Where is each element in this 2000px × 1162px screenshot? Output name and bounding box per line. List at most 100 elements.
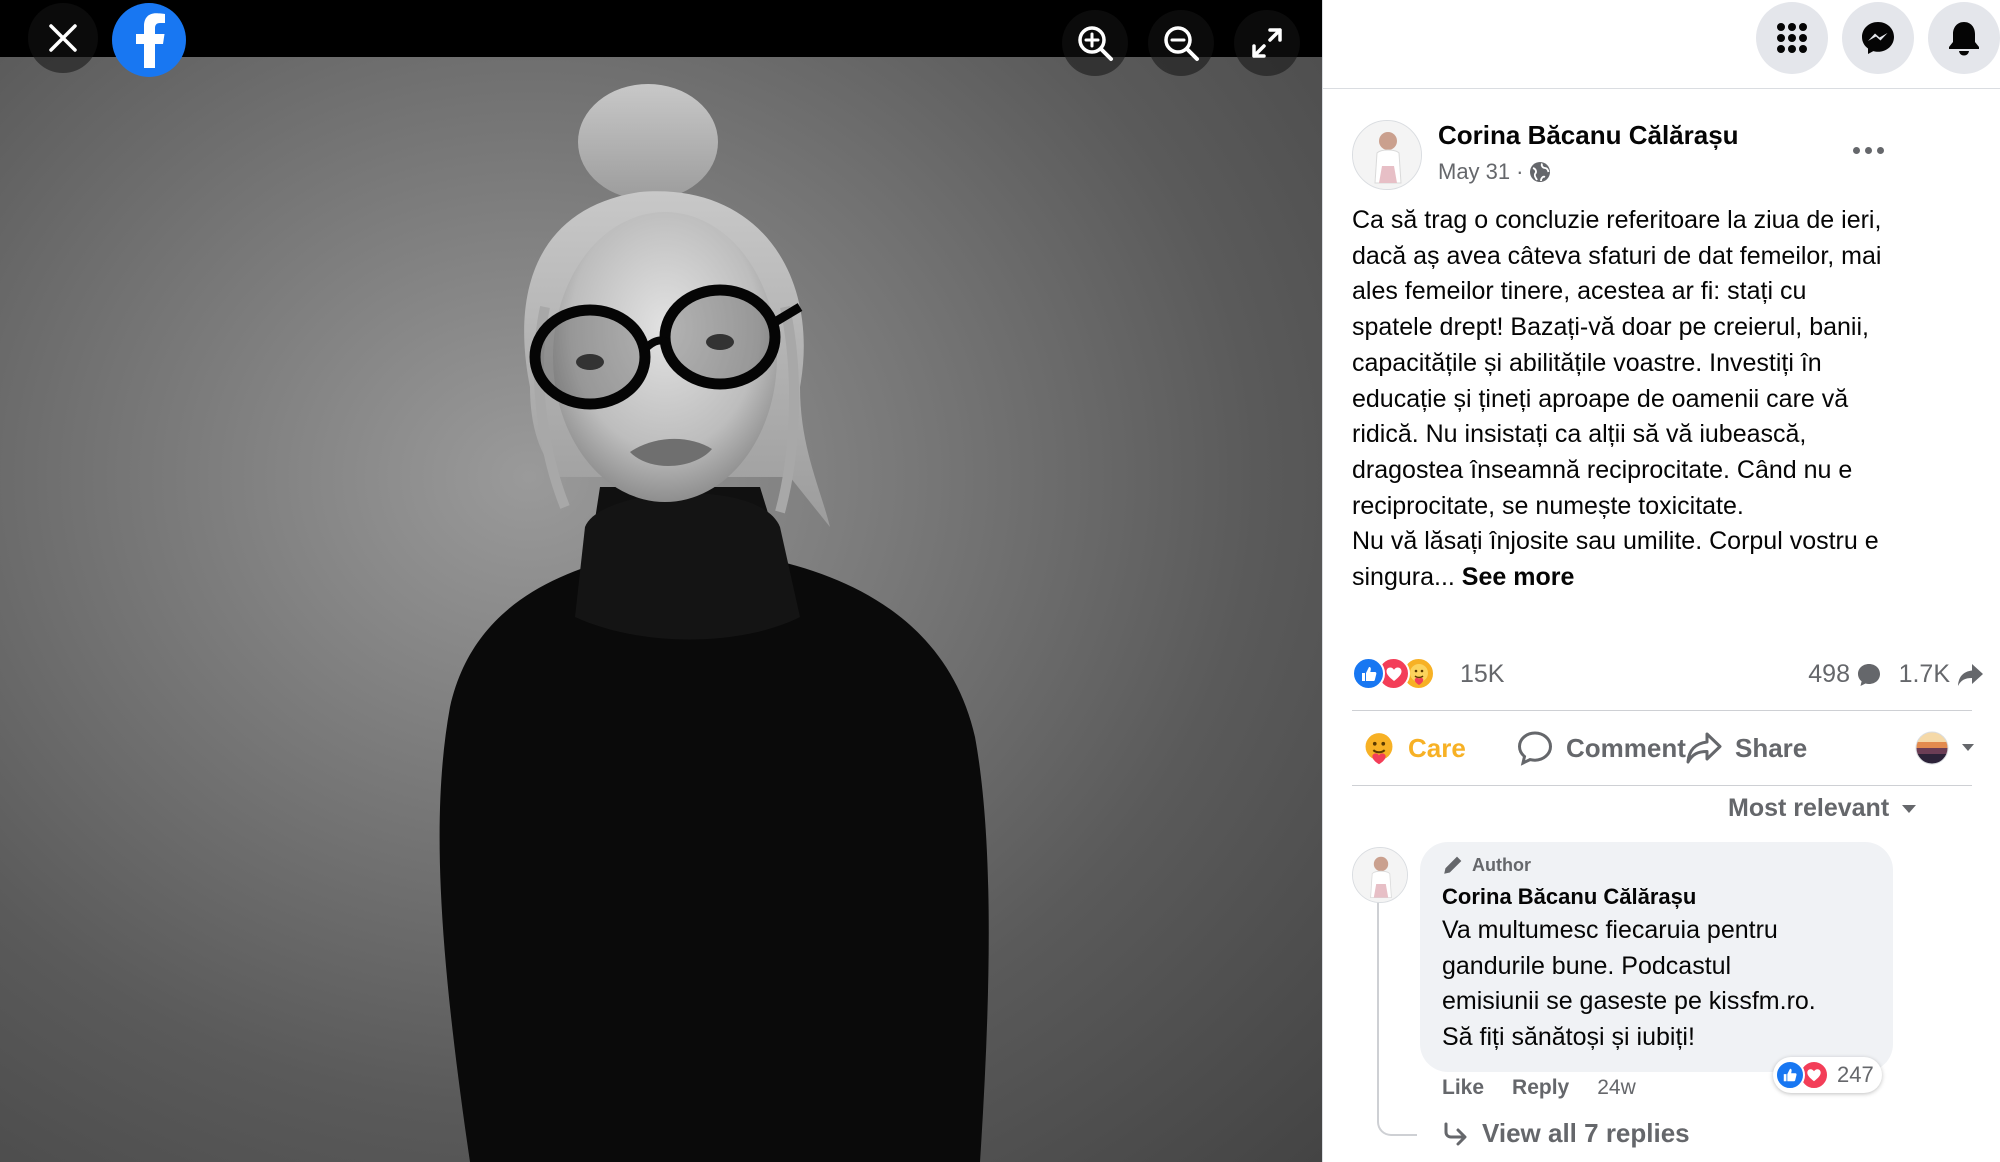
post-options-button[interactable] — [1843, 130, 1893, 170]
comment-like-button[interactable]: Like — [1442, 1076, 1484, 1100]
share-label: Share — [1735, 732, 1808, 763]
meta-separator: · — [1516, 159, 1524, 184]
caret-down-icon — [1902, 804, 1917, 813]
author-avatar[interactable] — [1352, 120, 1422, 190]
care-emoji-icon — [1365, 733, 1393, 765]
actions-divider-bottom — [1352, 785, 1972, 786]
author-badge-label: Author — [1472, 854, 1531, 875]
comment-timestamp[interactable]: 24w — [1597, 1076, 1636, 1100]
view-replies-link[interactable]: View all 7 replies — [1442, 1118, 1690, 1149]
comment-reactions-count: 247 — [1837, 1062, 1874, 1087]
dot — [1876, 146, 1884, 154]
globe-icon — [1530, 162, 1551, 182]
care-emoji-icon — [1409, 663, 1428, 685]
commenter-avatar[interactable] — [1352, 847, 1408, 903]
reply-arrow-icon — [1444, 1122, 1467, 1145]
caret-down-icon — [1962, 744, 1974, 751]
post-text-line: ales femeilor tinere, acestea ar fi: sta… — [1352, 277, 1807, 306]
profile-sunset-avatar-icon — [1915, 731, 1949, 765]
post-text: Ca să trag o concluzie referitoare la zi… — [1352, 203, 1952, 596]
author-badge: Author — [1442, 854, 1531, 876]
post-actions: Care Comment Share — [1352, 718, 1992, 778]
reactions-count[interactable]: 15K — [1460, 660, 1504, 689]
post-panel: Corina Băcanu Călărașu May 31 · Ca să tr… — [1322, 0, 2000, 1162]
photo-viewer — [0, 0, 1322, 1162]
heart-icon — [1807, 1069, 1821, 1082]
comments-count[interactable]: 498 — [1808, 660, 1882, 689]
post-text-line: Ca să trag o concluzie referitoare la zi… — [1352, 206, 1882, 234]
avatar-person-icon — [1353, 121, 1421, 189]
zoom-in-icon — [1078, 26, 1113, 61]
comment-text-line: emisiunii se gaseste pe kissfm.ro. — [1442, 987, 1816, 1016]
share-icon — [1686, 732, 1722, 764]
comment-button[interactable]: Comment — [1516, 718, 1686, 778]
post-text-line: ridică. Nu insistați ca alții să vă iube… — [1352, 420, 1807, 449]
comment-text: Va multumesc fiecaruia pentru gandurile … — [1442, 913, 1882, 1056]
sort-label: Most relevant — [1728, 794, 1890, 822]
share-arrow-icon — [1958, 663, 1983, 686]
care-label: Care — [1408, 732, 1466, 763]
bell-icon — [1949, 22, 1979, 56]
post-text-line: spatele drept! Bazați-vă doar pe creieru… — [1352, 313, 1869, 342]
actions-divider-top — [1352, 710, 1972, 711]
messenger-icon — [1862, 22, 1894, 54]
facebook-logo[interactable] — [112, 3, 186, 77]
like-reaction-icon[interactable] — [1352, 657, 1385, 690]
top-navigation — [1323, 0, 2000, 89]
comment-icon — [1517, 731, 1553, 766]
shares-count-value: 1.7K — [1898, 660, 1950, 688]
zoom-out-icon — [1164, 26, 1199, 61]
post-text-line: dragostea înseamnă reciprocitate. Când n… — [1352, 455, 1853, 484]
reactions-summary: 15K 498 1.7K — [1352, 652, 1983, 696]
post-meta: May 31 · — [1438, 159, 1551, 185]
dot — [1864, 146, 1872, 154]
comment-reply-button[interactable]: Reply — [1512, 1076, 1569, 1100]
post-text-line: reciprocitate, se numește toxicitate. — [1352, 491, 1744, 520]
comment-text-line: Va multumesc fiecaruia pentru — [1442, 916, 1778, 944]
avatar-person-icon — [1353, 848, 1407, 902]
share-button[interactable]: Share — [1685, 718, 1807, 778]
pencil-icon — [1444, 856, 1462, 874]
thumbs-up-icon — [1783, 1068, 1797, 1082]
comment-bubble: Author Corina Băcanu Călărașu Va multume… — [1420, 842, 1893, 1072]
comment-label: Comment — [1566, 732, 1686, 763]
post-date[interactable]: May 31 — [1438, 159, 1510, 185]
fullscreen-button[interactable] — [1234, 10, 1300, 76]
see-more-link[interactable]: See more — [1462, 563, 1575, 591]
comment-reactions[interactable]: 247 — [1773, 1057, 1882, 1093]
heart-icon — [1386, 667, 1401, 681]
shares-count[interactable]: 1.7K — [1899, 660, 1984, 689]
post-text-line: dacă aș avea câteva sfaturi de dat femei… — [1352, 241, 1882, 270]
comment-text-line: gandurile bune. Podcastul — [1442, 951, 1732, 980]
like-reaction-icon — [1775, 1060, 1805, 1090]
fullscreen-icon — [1252, 28, 1282, 58]
zoom-in-button[interactable] — [1062, 10, 1128, 76]
comment-sort-dropdown[interactable]: Most relevant — [1728, 794, 1917, 823]
post-text-line: educație și țineți aproape de oamenii ca… — [1352, 384, 1849, 413]
facebook-f-icon — [136, 13, 165, 68]
comment-text-line: Să fiți sănătoși și iubiți! — [1442, 1023, 1695, 1052]
post-text-line: Nu vă lăsați înjosite sau umilite. Corpu… — [1352, 527, 1879, 556]
post-text-last-line: singura... See more — [1352, 560, 1952, 596]
comment-author-name[interactable]: Corina Băcanu Călărașu — [1442, 884, 1696, 910]
comments-count-value: 498 — [1808, 660, 1850, 688]
comment-bubble-icon — [1858, 663, 1880, 686]
dot — [1852, 146, 1860, 154]
reply-thread-line — [1377, 900, 1417, 1136]
close-button[interactable] — [28, 3, 98, 73]
notifications-button[interactable] — [1928, 2, 2000, 74]
zoom-out-button[interactable] — [1148, 10, 1214, 76]
close-icon — [49, 24, 77, 52]
woman-portrait-illustration — [439, 84, 989, 1162]
comment-actions: Like Reply 24w — [1442, 1076, 1636, 1100]
post-text-truncated: singura... — [1352, 563, 1455, 592]
care-button[interactable]: Care — [1362, 718, 1466, 778]
post-photo[interactable] — [0, 57, 1322, 1162]
grid-menu-icon — [1777, 23, 1807, 53]
messenger-button[interactable] — [1842, 2, 1914, 74]
post-author-name[interactable]: Corina Băcanu Călărașu — [1438, 120, 1739, 151]
view-replies-label: View all 7 replies — [1482, 1118, 1690, 1148]
menu-button[interactable] — [1756, 2, 1828, 74]
post-text-line: capacitățile și abilitățile voastre. Inv… — [1352, 348, 1822, 377]
reaction-profile-selector[interactable] — [1915, 718, 1975, 778]
